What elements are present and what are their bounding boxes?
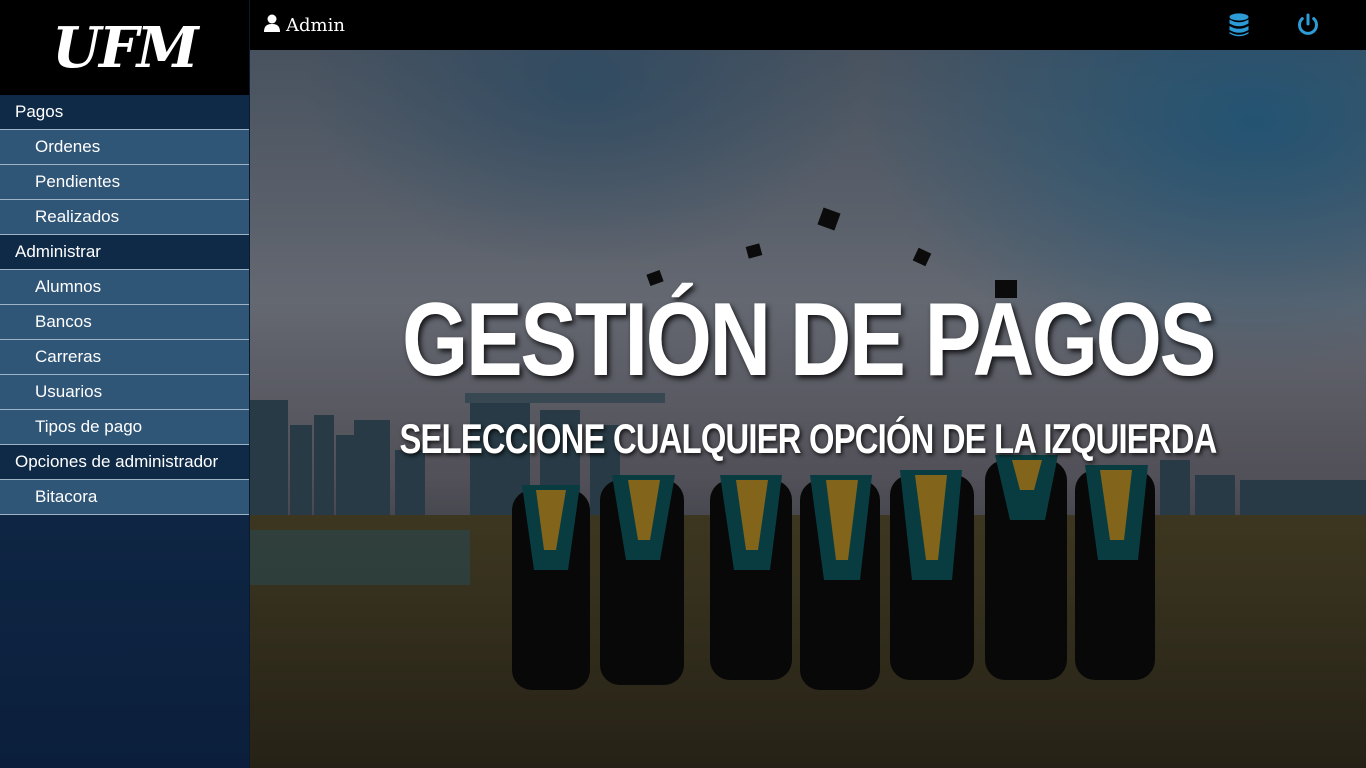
sidebar-item-pendientes[interactable]: Pendientes — [0, 165, 249, 200]
hero-subtitle: SELECCIONE CUALQUIER OPCIÓN DE LA IZQUIE… — [399, 415, 1217, 462]
sidebar-item-realizados[interactable]: Realizados — [0, 200, 249, 235]
user-name: Admin — [286, 14, 345, 36]
sidebar: UFM Pagos Ordenes Pendientes Realizados … — [0, 0, 250, 768]
sidebar-item-usuarios[interactable]: Usuarios — [0, 375, 249, 410]
hero-title: GESTIÓN DE PAGOS — [401, 282, 1216, 398]
sidebar-item-bancos[interactable]: Bancos — [0, 305, 249, 340]
sidebar-item-tipos-de-pago[interactable]: Tipos de pago — [0, 410, 249, 445]
sidebar-section-administrar: Administrar — [0, 235, 249, 270]
sidebar-item-bitacora[interactable]: Bitacora — [0, 480, 249, 515]
hero-background-image — [250, 50, 1366, 768]
topbar: Admin — [250, 0, 1366, 50]
hero-banner: GESTIÓN DE PAGOS SELECCIONE CUALQUIER OP… — [250, 50, 1366, 768]
sidebar-section-pagos: Pagos — [0, 95, 249, 130]
logo[interactable]: UFM — [0, 0, 249, 95]
logo-text: UFM — [52, 14, 199, 81]
sidebar-item-carreras[interactable]: Carreras — [0, 340, 249, 375]
user-menu[interactable]: Admin — [264, 0, 345, 50]
sidebar-item-ordenes[interactable]: Ordenes — [0, 130, 249, 165]
database-icon[interactable] — [1225, 11, 1253, 39]
sidebar-section-opciones-admin: Opciones de administrador — [0, 445, 249, 480]
power-icon[interactable] — [1294, 11, 1322, 39]
sidebar-nav: Pagos Ordenes Pendientes Realizados Admi… — [0, 95, 249, 515]
sidebar-item-alumnos[interactable]: Alumnos — [0, 270, 249, 305]
user-icon — [264, 14, 280, 37]
